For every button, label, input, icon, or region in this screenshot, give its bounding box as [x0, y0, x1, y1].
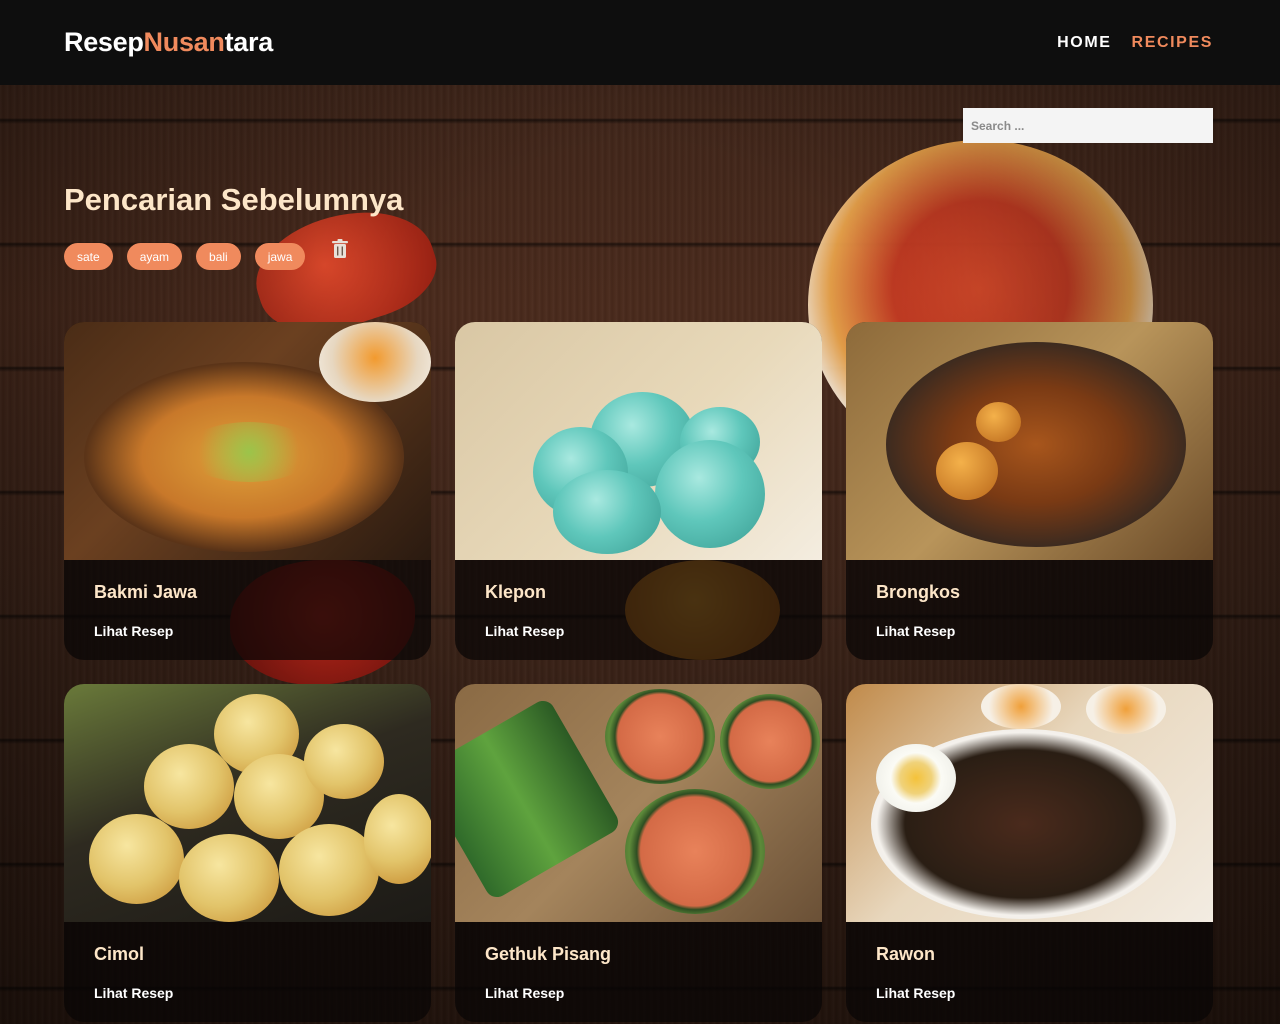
- recipe-card[interactable]: Rawon Lihat Resep: [846, 684, 1213, 1022]
- recipe-image-gethuk-pisang[interactable]: [455, 684, 822, 922]
- recipe-image-klepon[interactable]: [455, 322, 822, 560]
- site-header: ResepNusantara HOME RECIPES: [0, 0, 1280, 85]
- trash-icon[interactable]: [331, 238, 349, 259]
- recipe-title: Gethuk Pisang: [485, 944, 612, 964]
- brand-logo[interactable]: ResepNusantara: [64, 27, 273, 58]
- recipe-card[interactable]: Brongkos Lihat Resep: [846, 322, 1213, 660]
- recipe-card[interactable]: Klepon Lihat Resep: [455, 322, 822, 660]
- recipe-image-rawon[interactable]: [846, 684, 1213, 922]
- nav-recipes[interactable]: RECIPES: [1132, 34, 1213, 52]
- previous-searches-title: Pencarian Sebelumnya: [64, 182, 404, 217]
- view-recipe-link[interactable]: Lihat Resep: [94, 985, 401, 1001]
- recipe-title: Rawon: [876, 944, 936, 964]
- brand-name-part3: tara: [224, 27, 274, 57]
- search-tag[interactable]: jawa: [254, 243, 306, 270]
- recipe-image-brongkos[interactable]: [846, 322, 1213, 560]
- recipe-image-cimol[interactable]: [64, 684, 431, 922]
- main-nav: HOME RECIPES: [1057, 34, 1213, 52]
- view-recipe-link[interactable]: Lihat Resep: [876, 623, 1183, 639]
- search-tag[interactable]: bali: [196, 243, 241, 270]
- brand-name-accent: Nusan: [143, 27, 225, 57]
- search-tag[interactable]: sate: [64, 243, 113, 270]
- search-tag[interactable]: ayam: [126, 243, 183, 270]
- recipe-card[interactable]: Bakmi Jawa Lihat Resep: [64, 322, 431, 660]
- view-recipe-link[interactable]: Lihat Resep: [485, 623, 792, 639]
- view-recipe-link[interactable]: Lihat Resep: [94, 623, 401, 639]
- brand-name-part1: Resep: [64, 27, 144, 57]
- recipe-title: Brongkos: [876, 582, 961, 602]
- previous-search-tags: sate ayam bali jawa: [64, 238, 349, 270]
- view-recipe-link[interactable]: Lihat Resep: [876, 985, 1183, 1001]
- nav-home[interactable]: HOME: [1057, 34, 1111, 52]
- search-input[interactable]: [963, 108, 1213, 143]
- recipe-card[interactable]: Cimol Lihat Resep: [64, 684, 431, 1022]
- recipe-card[interactable]: Gethuk Pisang Lihat Resep: [455, 684, 822, 1022]
- recipe-title: Cimol: [94, 944, 145, 964]
- recipe-title: Bakmi Jawa: [94, 582, 198, 602]
- recipe-title: Klepon: [485, 582, 546, 602]
- view-recipe-link[interactable]: Lihat Resep: [485, 985, 792, 1001]
- recipe-image-bakmi-jawa[interactable]: [64, 322, 431, 560]
